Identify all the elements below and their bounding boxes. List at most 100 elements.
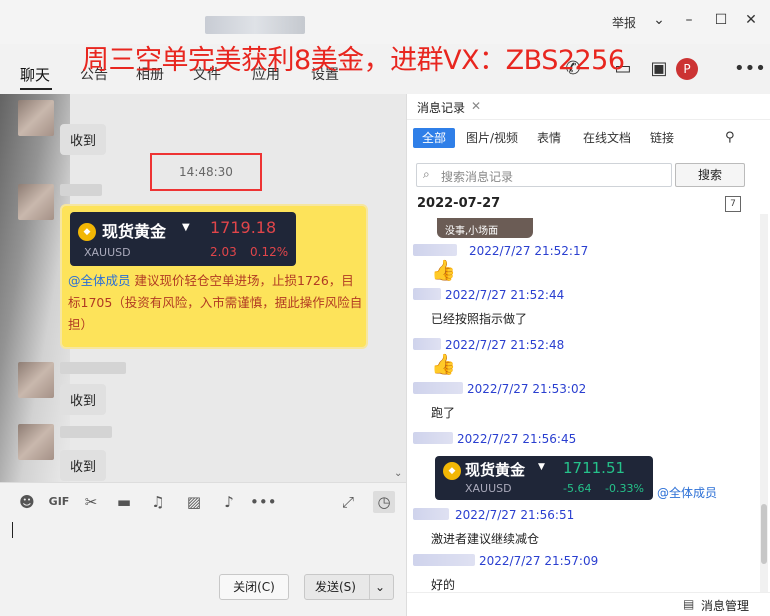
chevron-down-icon[interactable]: ⌄ <box>375 575 385 599</box>
chat-messages[interactable]: 收到 14:48:30 ◆ 现货黄金 ▼ XAUUSD 1719.18 2.03… <box>0 94 406 482</box>
history-title[interactable]: 消息记录 <box>417 99 465 116</box>
mention-all[interactable]: @全体成员 <box>657 484 717 501</box>
minimize-icon[interactable]: – <box>680 11 698 29</box>
avatar[interactable] <box>18 100 54 136</box>
quote-change-pct: 0.12% <box>250 245 289 259</box>
message-time: 2022/7/27 21:52:44 <box>445 288 565 302</box>
quote-name: 现货黄金 <box>102 222 167 241</box>
signal-text: @全体成员 建议现价轻仓空单进场，止损1726，目标1705（投资有风险，入市需… <box>68 270 364 336</box>
filter-emoji[interactable]: 表情 <box>537 128 561 148</box>
mention-all[interactable]: @全体成员 <box>68 273 131 288</box>
send-divider <box>369 575 370 599</box>
message-time: 2022/7/27 21:56:51 <box>455 508 575 522</box>
filter-links[interactable]: 链接 <box>650 128 674 148</box>
quote-code: XAUUSD <box>465 482 512 495</box>
message-history-panel: 消息记录 ✕ 全部 图片/视频 表情 在线文档 链接 ⚲ ⌕ 搜索消息记录 搜索… <box>407 94 770 616</box>
sender-name-blurred <box>413 288 441 300</box>
close-icon[interactable]: ✕ <box>742 11 760 29</box>
gold-quote-card[interactable]: ◆ 现货黄金 ▼ XAUUSD 1719.18 2.03 0.12% <box>70 212 296 266</box>
history-scrollbar[interactable] <box>760 214 768 592</box>
promo-overlay-text: 周三空单完美获利8美金，进群VX：ZBS2256 <box>82 45 625 76</box>
history-tab-bar: 消息记录 ✕ <box>407 94 770 120</box>
message-time: 2022/7/27 21:53:02 <box>467 382 587 396</box>
message-text: 收到 <box>70 394 97 409</box>
maximize-icon[interactable]: ☐ <box>712 11 730 29</box>
close-icon[interactable]: ✕ <box>471 99 481 113</box>
music-icon[interactable]: ♫ <box>147 491 169 513</box>
send-button[interactable]: 发送(S) ⌄ <box>304 574 394 600</box>
sender-name-blurred <box>413 244 457 256</box>
avatar[interactable] <box>18 362 54 398</box>
sender-name-blurred <box>413 382 463 394</box>
input-toolbar: ☻ GIF ✂ ▬ ♫ ▨ ♪ ••• ⤢ ◷ <box>0 482 406 522</box>
gold-coin-icon: ◆ <box>443 462 461 480</box>
scissors-icon[interactable]: ✂ <box>80 491 102 513</box>
search-button[interactable]: 搜索 <box>675 163 745 187</box>
history-search-input[interactable]: ⌕ 搜索消息记录 <box>416 163 672 187</box>
screen-share-icon[interactable]: ▣ <box>648 58 670 80</box>
quote-code: XAUUSD <box>84 246 131 259</box>
message-text: 已经按照指示做了 <box>431 312 528 326</box>
sender-name-blurred <box>413 508 449 520</box>
message-bubble: 收到 <box>60 450 107 481</box>
send-label: 发送(S) <box>315 580 356 594</box>
report-link[interactable]: 举报 <box>612 14 636 31</box>
text-caret <box>12 522 13 538</box>
quote-change-pct: -0.33% <box>605 482 644 495</box>
filter-settings-icon[interactable]: ⚲ <box>725 128 735 148</box>
thumbs-up-icon: 👍 <box>431 258 456 282</box>
gold-coin-icon: ◆ <box>78 223 96 241</box>
gold-signal-message: ◆ 现货黄金 ▼ XAUUSD 1719.18 2.03 0.12% @全体成员… <box>60 204 368 349</box>
sender-name-blurred <box>60 362 126 374</box>
quote-change: -5.64 <box>563 482 592 495</box>
image-caption: 没事,小场面 <box>445 226 499 237</box>
filter-all[interactable]: 全部 <box>413 128 456 148</box>
scrollbar-thumb[interactable] <box>761 504 767 564</box>
quote-name: 现货黄金 <box>465 461 526 479</box>
history-list[interactable]: 没事,小场面 2022/7/27 21:52:17 👍 2022/7/27 21… <box>407 216 757 592</box>
calendar-icon[interactable]: 7 <box>725 196 741 212</box>
image-icon[interactable]: ▨ <box>183 491 205 513</box>
folder-icon[interactable]: ▬ <box>113 491 135 513</box>
bell-icon[interactable]: ♪ <box>218 491 240 513</box>
history-filters: 全部 图片/视频 表情 在线文档 链接 ⚲ <box>407 124 770 150</box>
search-icon: ⌕ <box>423 167 430 181</box>
image-message[interactable]: 没事,小场面 <box>437 218 533 238</box>
quote-price: 1711.51 <box>563 459 626 477</box>
message-text: 收到 <box>70 134 97 149</box>
message-text: 跑了 <box>431 406 456 420</box>
app-badge-icon[interactable]: P <box>676 58 698 80</box>
message-time: 2022/7/27 21:52:48 <box>445 338 565 352</box>
message-text: 收到 <box>70 460 97 475</box>
history-clock-icon[interactable]: ◷ <box>373 491 395 513</box>
gold-quote-card[interactable]: ◆ 现货黄金 ▼ XAUUSD 1711.51 -5.64 -0.33% <box>435 456 653 500</box>
quote-price: 1719.18 <box>210 218 277 237</box>
time-chip-text: 14:48:30 <box>179 165 233 179</box>
emoji-icon[interactable]: ☻ <box>16 491 38 513</box>
more-icon[interactable]: ••• <box>734 58 766 80</box>
close-button[interactable]: 关闭(C) <box>219 574 289 600</box>
filter-media[interactable]: 图片/视频 <box>466 128 518 148</box>
message-manage-link[interactable]: 消息管理 <box>701 597 749 614</box>
avatar[interactable] <box>18 424 54 460</box>
message-text: 激进者建议继续减仓 <box>431 532 540 546</box>
quote-change: 2.03 <box>210 245 237 259</box>
history-date: 2022-07-27 <box>417 196 501 211</box>
active-tab-underline <box>20 88 52 90</box>
more-icon[interactable]: ••• <box>250 491 277 513</box>
time-chip: 14:48:30 <box>150 153 262 191</box>
sender-name-blurred <box>60 426 112 438</box>
chevron-down-icon[interactable]: ⌄ <box>650 11 668 29</box>
collapse-icon[interactable]: ⌄ <box>394 468 402 479</box>
expand-icon[interactable]: ⤢ <box>337 491 359 513</box>
tab-chat[interactable]: 聊天 <box>20 64 50 85</box>
gif-icon[interactable]: GIF <box>48 491 70 513</box>
search-placeholder: 搜索消息记录 <box>441 170 514 184</box>
message-manage-icon[interactable]: ▤ <box>683 597 694 611</box>
sender-name-blurred <box>413 338 441 350</box>
filter-docs[interactable]: 在线文档 <box>583 128 631 148</box>
message-time: 2022/7/27 21:52:17 <box>469 244 589 258</box>
avatar[interactable] <box>18 184 54 220</box>
message-input[interactable]: 关闭(C) 发送(S) ⌄ <box>0 522 406 616</box>
message-time: 2022/7/27 21:57:09 <box>479 554 599 568</box>
